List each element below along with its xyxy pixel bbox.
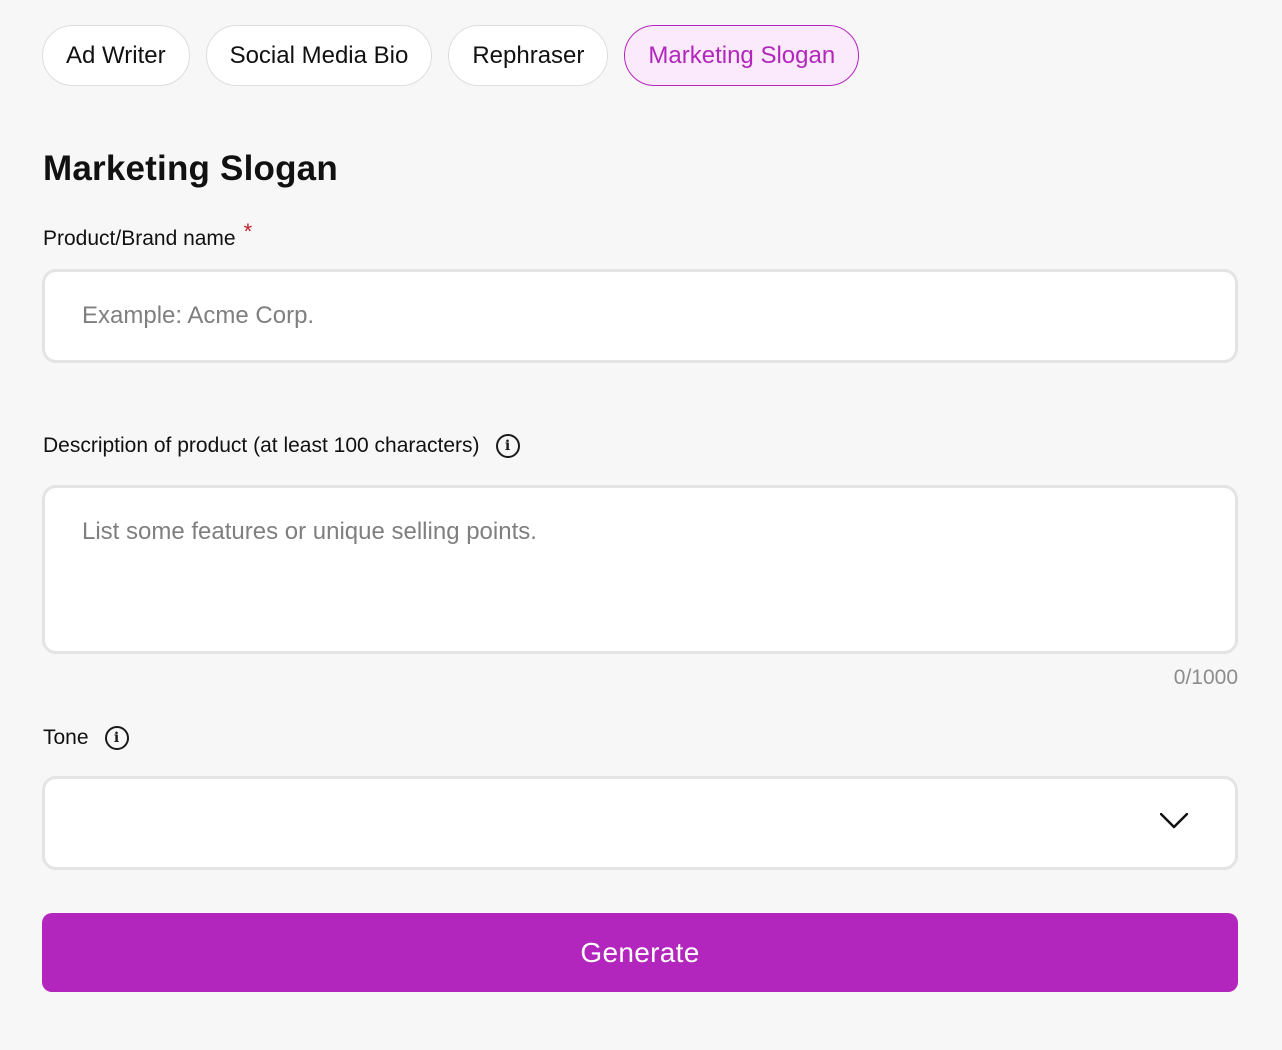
marketing-slogan-tool: Ad Writer Social Media Bio Rephraser Mar… — [42, 25, 1238, 992]
tone-select[interactable] — [42, 776, 1238, 870]
tone-label-text: Tone — [43, 726, 89, 749]
generate-button[interactable]: Generate — [42, 913, 1238, 992]
required-marker: * — [243, 219, 253, 244]
brand-name-input[interactable] — [45, 272, 1235, 360]
tab-ad-writer[interactable]: Ad Writer — [42, 25, 190, 86]
page-title: Marketing Slogan — [43, 149, 338, 188]
brand-name-label: Product/Brand name * — [43, 219, 252, 252]
description-label: Description of product (at least 100 cha… — [43, 434, 520, 458]
tab-marketing-slogan[interactable]: Marketing Slogan — [624, 25, 860, 86]
character-counter: 0/1000 — [1173, 666, 1238, 689]
description-field[interactable] — [42, 485, 1238, 654]
tab-rephraser[interactable]: Rephraser — [448, 25, 609, 86]
brand-name-label-text: Product/Brand name — [43, 227, 236, 250]
tone-label: Tone i — [43, 726, 129, 750]
description-textarea[interactable] — [45, 488, 1235, 651]
chevron-down-icon[interactable] — [1160, 813, 1188, 829]
brand-name-field[interactable] — [42, 269, 1238, 363]
tool-tabs: Ad Writer Social Media Bio Rephraser Mar… — [42, 25, 1238, 86]
info-icon[interactable]: i — [104, 726, 129, 750]
description-label-text: Description of product (at least 100 cha… — [43, 434, 480, 457]
tab-social-media-bio[interactable]: Social Media Bio — [205, 25, 433, 86]
info-icon[interactable]: i — [495, 434, 520, 458]
